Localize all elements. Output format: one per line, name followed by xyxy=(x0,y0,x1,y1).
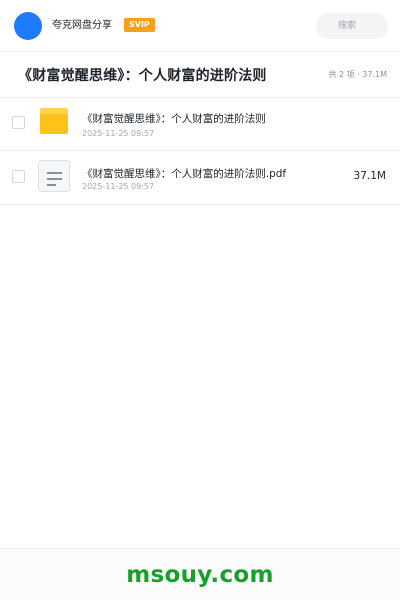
search-input[interactable] xyxy=(316,13,388,39)
folder-title-bar: 《财富觉醒思维》：个人财富的进阶法则 共 2 项 · 37.1M xyxy=(0,52,400,98)
file-name[interactable]: 《财富觉醒思维》：个人财富的进阶法则 xyxy=(82,111,266,126)
watermark-text: msouy.com xyxy=(126,562,274,588)
file-name[interactable]: 《财富觉醒思维》：个人财富的进阶法则.pdf xyxy=(82,166,286,181)
folder-icon xyxy=(40,108,68,134)
file-size: 37.1M xyxy=(353,170,386,182)
file-date: 2025-11-25 09:57 xyxy=(82,182,155,191)
row-checkbox[interactable] xyxy=(12,116,25,129)
item-summary: 共 2 项 · 37.1M xyxy=(328,70,387,79)
file-row[interactable]: 《财富觉醒思维》：个人财富的进阶法则 2025-11-25 09:57 xyxy=(0,97,400,151)
file-row[interactable]: 《财富觉醒思维》：个人财富的进阶法则.pdf 2025-11-25 09:57 … xyxy=(0,151,400,205)
app-name: 夸克网盘分享 xyxy=(52,20,112,31)
file-date: 2025-11-25 09:57 xyxy=(82,129,155,138)
avatar[interactable] xyxy=(14,12,42,40)
document-icon xyxy=(38,160,70,192)
row-checkbox[interactable] xyxy=(12,170,25,183)
page-title: 《财富觉醒思维》：个人财富的进阶法则 xyxy=(18,68,267,84)
top-header: 夸克网盘分享 SVIP xyxy=(0,0,400,52)
svip-badge: SVIP xyxy=(124,18,155,32)
